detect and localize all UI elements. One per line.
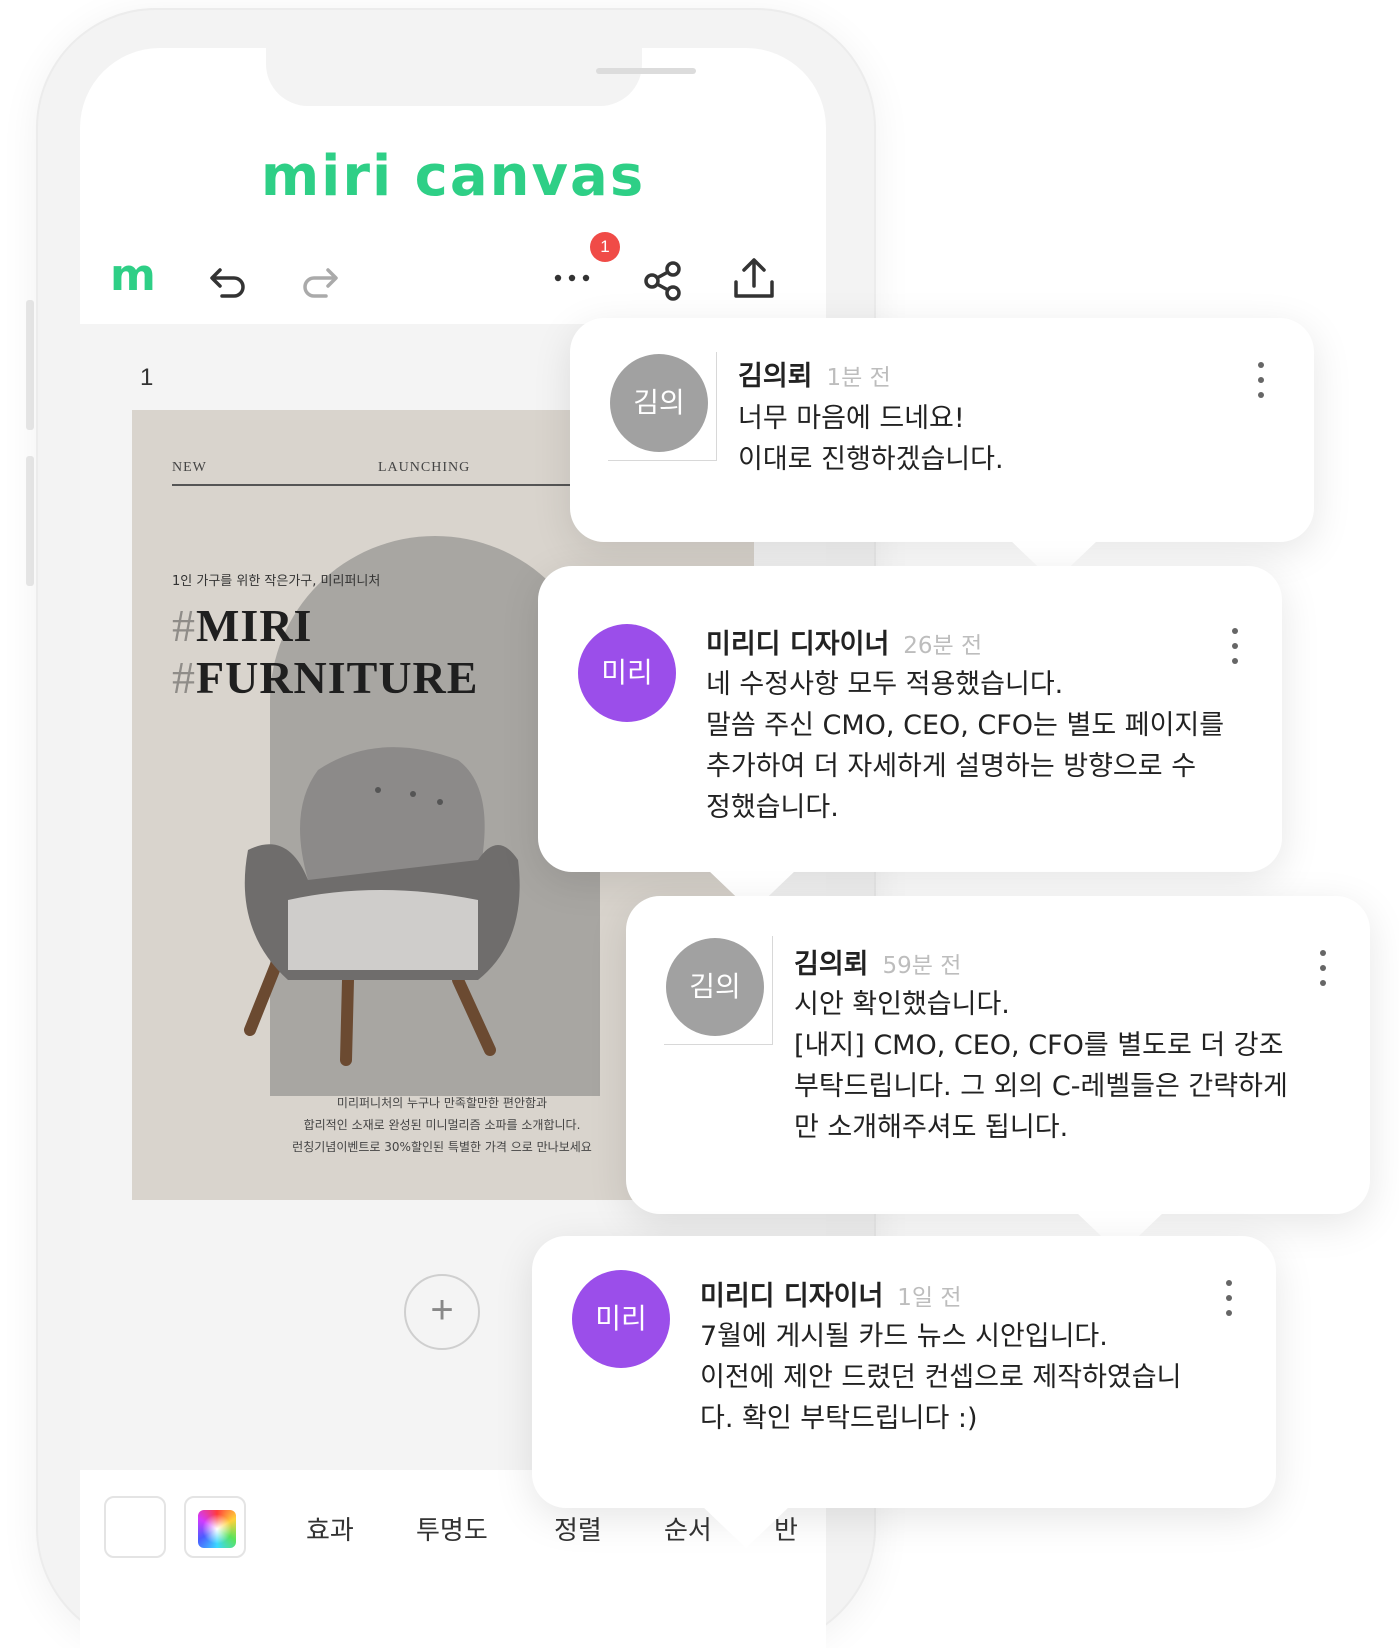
comment-text: 7월에 게시될 카드 뉴스 시안입니다. 이전에 제안 드렸던 컨셉으로 제작하… xyxy=(700,1321,1182,1434)
phone-notch xyxy=(266,48,696,106)
editor-toolbar: m 1 xyxy=(80,232,826,324)
poster-desc-line: 런칭기념이벤트로 30%할인된 특별한 가격 으로 만나보세요 xyxy=(292,1140,592,1154)
color-spectrum-icon xyxy=(198,1510,236,1548)
menu-logo-button[interactable]: m xyxy=(110,250,156,301)
poster-desc-line: 미리퍼니처의 누구나 만족할만한 편안함과 xyxy=(336,1096,548,1110)
comment-card: 미리 미리디 디자이너 26분 전 네 수정사항 모두 적용했습니다. 말씀 주신… xyxy=(538,566,1282,912)
phone-side-button xyxy=(26,300,34,430)
comment-author: 김의뢰 1분 전 xyxy=(738,354,891,393)
comment-time: 59분 전 xyxy=(882,953,962,979)
redo-icon[interactable] xyxy=(298,260,342,304)
opacity-button[interactable]: 투명도 xyxy=(416,1510,488,1547)
author-name: 김의뢰 xyxy=(738,361,813,392)
comment-text: 네 수정사항 모두 적용했습니다. 말씀 주신 CMO, CEO, CFO는 별… xyxy=(706,669,1225,823)
upload-icon[interactable] xyxy=(730,254,778,304)
kebab-menu-icon[interactable] xyxy=(1258,362,1264,407)
poster-tagline: 1인 가구를 위한 작은가구, 미리퍼니처 xyxy=(172,574,381,589)
comment-time: 1일 전 xyxy=(897,1285,962,1311)
comment-card: 김의 김의뢰 59분 전 시안 확인했습니다. [내지] CMO, CEO, CF… xyxy=(626,896,1370,1254)
page-number: 1 xyxy=(140,364,154,391)
kebab-menu-icon[interactable] xyxy=(1320,950,1326,995)
poster-title-line2: FURNITURE xyxy=(196,652,479,703)
color-picker-button[interactable] xyxy=(184,1496,246,1558)
poster-title: #MIRI #FURNITURE xyxy=(172,600,479,703)
comment-author: 미리디 디자이너 1일 전 xyxy=(700,1274,962,1313)
avatar: 김의 xyxy=(666,938,764,1036)
comment-text: 너무 마음에 드네요! 이대로 진행하겠습니다. xyxy=(738,403,1004,475)
avatar: 미리 xyxy=(578,624,676,722)
poster-new-label: NEW xyxy=(172,460,207,475)
comment-time: 1분 전 xyxy=(826,365,891,391)
app-header: miri canvas m 1 xyxy=(80,48,826,324)
undo-icon[interactable] xyxy=(206,260,250,304)
fill-color-swatch[interactable] xyxy=(104,1496,166,1558)
kebab-menu-icon[interactable] xyxy=(1232,628,1238,673)
comment-author: 김의뢰 59분 전 xyxy=(794,942,961,981)
author-name: 미리디 디자이너 xyxy=(700,1281,884,1312)
add-page-button[interactable]: + xyxy=(404,1274,480,1350)
author-name: 미리디 디자이너 xyxy=(706,629,890,660)
comment-time: 26분 전 xyxy=(903,633,983,659)
align-button[interactable]: 정렬 xyxy=(554,1510,602,1547)
poster-launching-label: LAUNCHING xyxy=(378,460,471,475)
poster-desc-line: 합리적인 소재로 완성된 미니멀리즘 소파를 소개합니다. xyxy=(303,1118,581,1132)
armchair-image xyxy=(244,747,520,1066)
avatar: 김의 xyxy=(610,354,708,452)
notification-badge: 1 xyxy=(590,232,620,262)
more-icon[interactable] xyxy=(552,268,596,288)
card-tail xyxy=(702,1506,790,1548)
author-name: 김의뢰 xyxy=(794,949,869,980)
poster-title-line1: MIRI xyxy=(196,600,313,651)
kebab-menu-icon[interactable] xyxy=(1226,1280,1232,1325)
miri-canvas-logo: miri canvas xyxy=(260,144,646,209)
avatar: 미리 xyxy=(572,1270,670,1368)
share-icon[interactable] xyxy=(640,258,686,304)
comment-card: 김의 김의뢰 1분 전 너무 마음에 드네요! 이대로 진행하겠습니다. xyxy=(570,318,1314,582)
comment-text: 시안 확인했습니다. [내지] CMO, CEO, CFO를 별도로 더 강조 … xyxy=(794,989,1288,1143)
phone-side-button xyxy=(26,456,34,586)
poster-description: 미리퍼니처의 누구나 만족할만한 편안함과 합리적인 소재로 완성된 미니멀리즘… xyxy=(252,1092,632,1158)
comment-author: 미리디 디자이너 26분 전 xyxy=(706,622,982,661)
comment-card: 미리 미리디 디자이너 1일 전 7월에 게시될 카드 뉴스 시안입니다. 이전에… xyxy=(532,1236,1276,1548)
speaker xyxy=(596,68,696,74)
effect-button[interactable]: 효과 xyxy=(306,1510,354,1547)
